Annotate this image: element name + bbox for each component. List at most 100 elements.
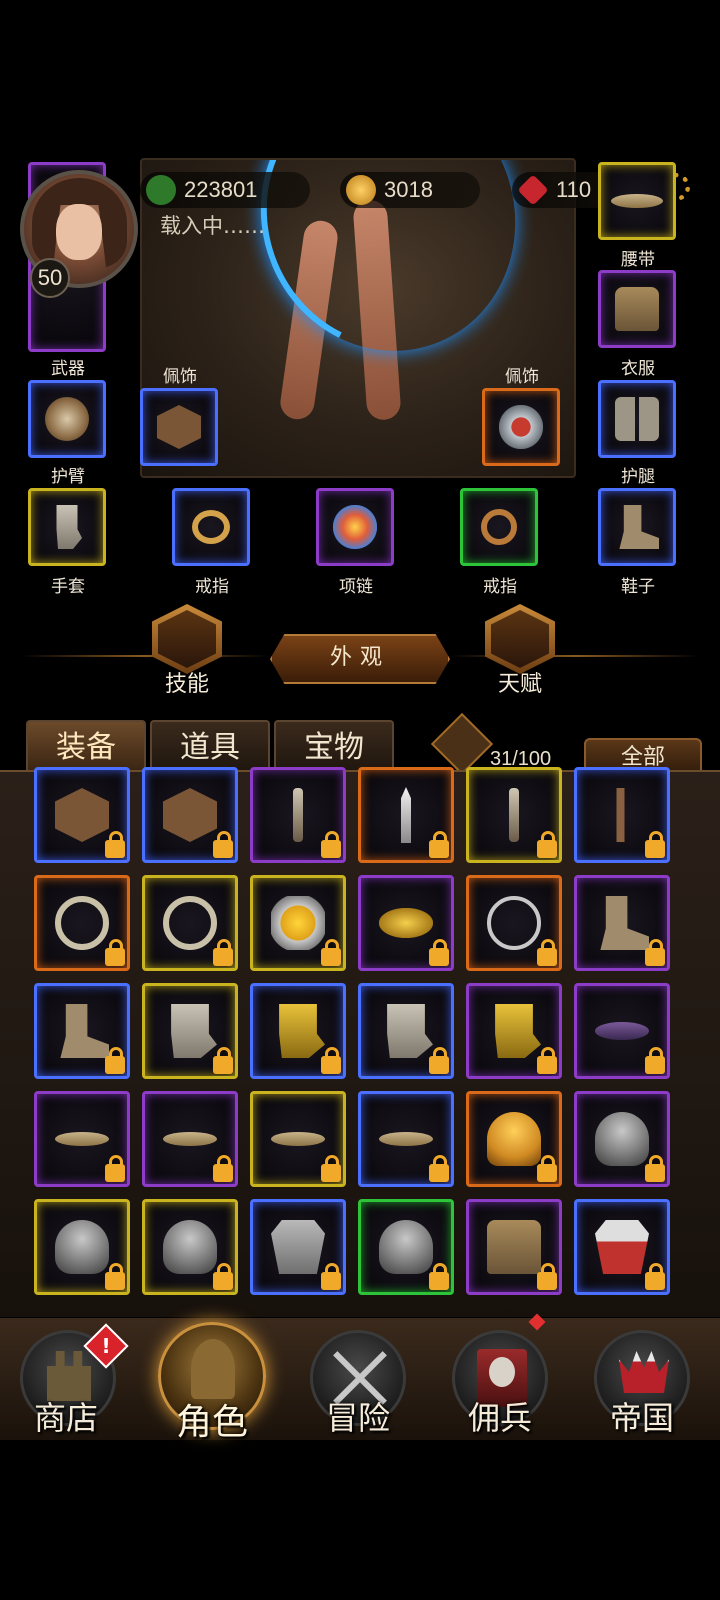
crested-helmet-icon [595, 1112, 649, 1166]
inventory-item-slot[interactable] [358, 767, 454, 863]
lock-icon [537, 831, 557, 858]
talent-icon [491, 610, 549, 668]
talent-button[interactable] [485, 604, 555, 674]
mace-icon [509, 788, 519, 842]
round-shield-icon [45, 397, 89, 441]
slot-shoes[interactable] [598, 488, 676, 566]
inventory-item-slot[interactable] [466, 1199, 562, 1295]
slot-legguard-label: 护腿 [621, 467, 655, 487]
inventory-item-slot[interactable] [142, 875, 238, 971]
lock-icon [537, 1047, 557, 1074]
inventory-item-slot[interactable] [574, 875, 670, 971]
inventory-item-slot[interactable] [34, 767, 130, 863]
leather-belt-icon [379, 1132, 433, 1146]
gem-display[interactable]: 110 [512, 172, 612, 208]
inventory-item-slot[interactable] [466, 983, 562, 1079]
wolf-badge-icon [163, 788, 217, 842]
lock-icon [105, 939, 125, 966]
inventory-item-slot[interactable] [142, 983, 238, 1079]
slot-armguard[interactable] [28, 380, 106, 458]
inventory-item-slot[interactable] [142, 1199, 238, 1295]
power-display: 223801 [140, 172, 310, 208]
lock-icon [321, 1155, 341, 1182]
lock-icon [213, 831, 233, 858]
skills-icon [158, 610, 216, 668]
nav-mercenary-label: 佣兵 [467, 1399, 532, 1437]
belt-icon [55, 1132, 109, 1146]
nav-character-label: 角色 [175, 1402, 248, 1443]
inventory-item-slot[interactable] [34, 1091, 130, 1187]
slot-ring-right[interactable] [460, 488, 538, 566]
power-icon [146, 175, 176, 205]
slot-ring-left[interactable] [172, 488, 250, 566]
lock-icon [537, 1155, 557, 1182]
sort-icon[interactable] [430, 712, 494, 776]
lock-icon [213, 1263, 233, 1290]
tab-treasure[interactable]: 宝物 [274, 720, 394, 772]
slot-necklace[interactable] [316, 488, 394, 566]
slot-gloves[interactable] [28, 488, 106, 566]
inventory-item-slot[interactable] [142, 1091, 238, 1187]
inventory-item-slot[interactable] [358, 1091, 454, 1187]
slot-belt-label: 腰带 [621, 250, 655, 270]
lock-icon [105, 1263, 125, 1290]
slot-accessory-right[interactable] [482, 388, 560, 466]
lock-icon [213, 1047, 233, 1074]
tab-items[interactable]: 道具 [150, 720, 270, 772]
chest-armor-icon [615, 287, 659, 331]
slot-clothes-label: 衣服 [621, 359, 655, 379]
talent-label: 天赋 [497, 672, 542, 697]
skills-button[interactable] [152, 604, 222, 674]
hooded-figure-icon [191, 1339, 235, 1399]
gauntlet-icon [171, 1004, 217, 1058]
inventory-item-slot[interactable] [142, 767, 238, 863]
yellow-gem-ring-icon [271, 896, 325, 950]
inventory-item-slot[interactable] [358, 1199, 454, 1295]
belt-icon [163, 1132, 217, 1146]
lock-icon [321, 831, 341, 858]
inventory-item-slot[interactable] [250, 1199, 346, 1295]
crown-icon [619, 1351, 669, 1393]
inventory-item-slot[interactable] [466, 875, 562, 971]
skull-armor-icon [271, 1220, 325, 1274]
inventory-item-slot[interactable] [34, 1199, 130, 1295]
inventory-item-slot[interactable] [466, 1091, 562, 1187]
inventory-item-slot[interactable] [574, 983, 670, 1079]
shop-alert-text: ! [101, 1334, 111, 1358]
inventory-item-slot[interactable] [358, 875, 454, 971]
lock-icon [537, 1263, 557, 1290]
tab-equipment[interactable]: 装备 [26, 720, 146, 772]
blue-belt-icon [271, 1132, 325, 1146]
lock-icon [105, 1047, 125, 1074]
tree-amulet-icon [487, 896, 541, 950]
inventory-item-slot[interactable] [250, 1091, 346, 1187]
inventory-item-slot[interactable] [250, 875, 346, 971]
slot-accessory-left[interactable] [140, 388, 218, 466]
slot-clothes[interactable] [598, 270, 676, 348]
inventory-item-slot[interactable] [574, 1091, 670, 1187]
gold-coin-icon [346, 175, 376, 205]
inventory-item-slot[interactable] [34, 983, 130, 1079]
slot-ring-right-label: 戒指 [483, 577, 517, 597]
slot-accessory-right-label: 佩饰 [505, 367, 539, 387]
inventory-item-slot[interactable] [358, 983, 454, 1079]
inventory-item-slot[interactable] [574, 1199, 670, 1295]
slot-belt[interactable] [598, 162, 676, 240]
lock-icon [429, 1047, 449, 1074]
steel-helmet-icon [55, 1220, 109, 1274]
inventory-item-slot[interactable] [250, 767, 346, 863]
appearance-button[interactable]: 外观 [270, 634, 450, 684]
gold-display[interactable]: 3018 [340, 172, 480, 208]
gauntlet-icon [56, 505, 82, 549]
inventory-item-slot[interactable] [34, 875, 130, 971]
dagger-icon [401, 787, 411, 843]
inventory-item-slot[interactable] [574, 767, 670, 863]
avatar-face [56, 204, 102, 260]
inventory-item-slot[interactable] [466, 767, 562, 863]
inventory-item-slot[interactable] [250, 983, 346, 1079]
lock-icon [429, 1263, 449, 1290]
slot-legguard[interactable] [598, 380, 676, 458]
sword-emblem-icon [499, 405, 543, 449]
lock-icon [537, 939, 557, 966]
divider-left [20, 655, 270, 657]
